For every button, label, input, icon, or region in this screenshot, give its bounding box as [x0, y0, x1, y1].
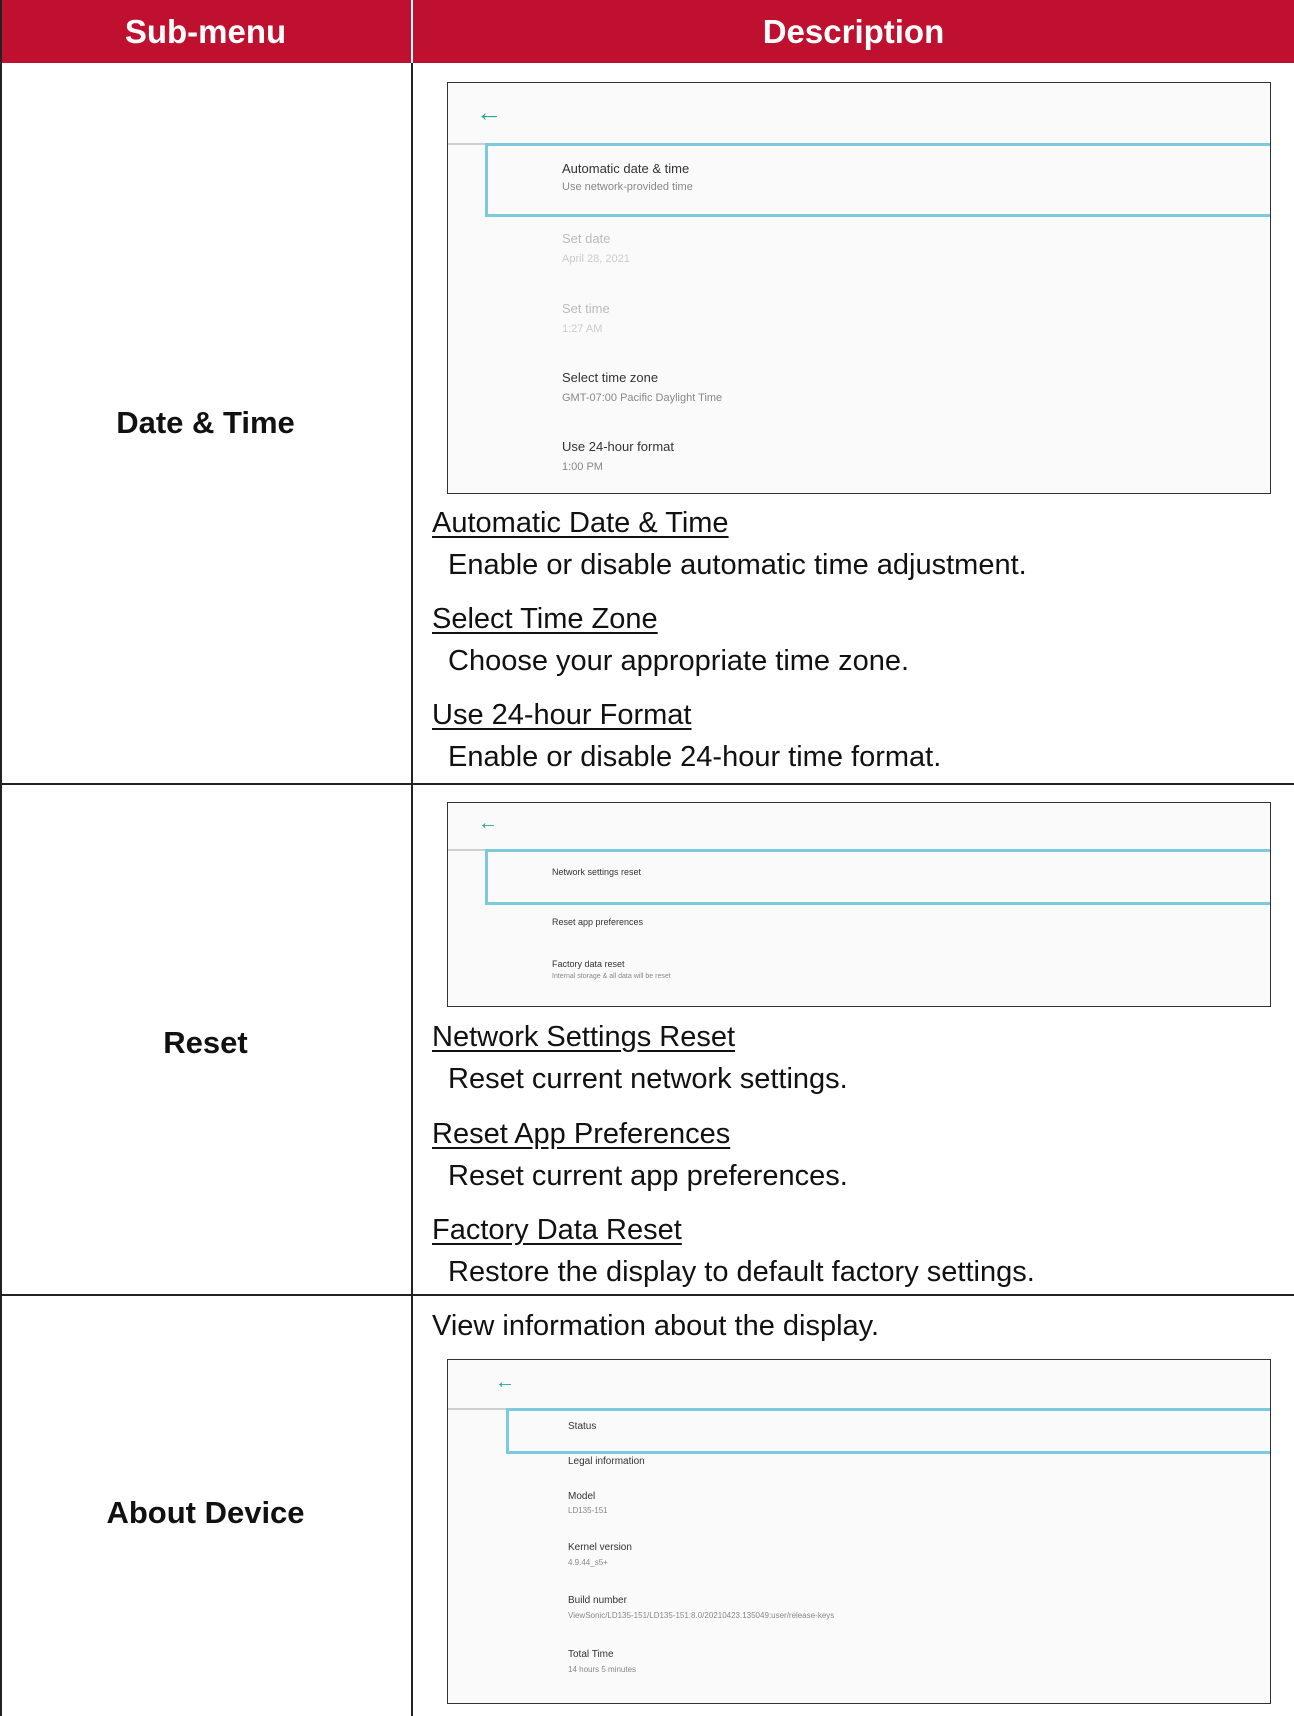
row-label-reset: Reset	[163, 1025, 248, 1060]
item-title: Select Time Zone	[432, 603, 658, 635]
screen-item-title: Use 24-hour format	[562, 439, 674, 454]
row-label-about-device: About Device	[106, 1495, 305, 1530]
screen-toolbar: ←	[448, 803, 1270, 851]
back-arrow-icon: ←	[476, 97, 502, 127]
item-description: Reset current app preferences.	[448, 1160, 848, 1192]
row-label-date-time: Date & Time	[116, 405, 295, 440]
focused-item-highlight	[485, 849, 1270, 905]
screen-item-subtitle: 4.9.44_s5+	[568, 1558, 608, 1567]
screen-item-title: Total Time	[568, 1649, 614, 1660]
screen-toolbar: ←	[448, 83, 1270, 145]
screen-item-title: Legal information	[568, 1456, 645, 1467]
item-description: Enable or disable automatic time adjustm…	[448, 549, 1027, 581]
screen-item-title: Select time zone	[562, 370, 659, 385]
screen-item-title: Status	[568, 1421, 597, 1432]
screen-item-title: Automatic date & time	[562, 161, 690, 176]
column-divider	[411, 63, 413, 1716]
row-divider-1	[0, 783, 1294, 785]
screen-item-subtitle: LD135-151	[568, 1506, 608, 1515]
item-description: Reset current network settings.	[448, 1063, 848, 1095]
item-description: Enable or disable 24-hour time format.	[448, 741, 942, 773]
screen-item-title: Set date	[562, 231, 611, 246]
screen-item-subtitle: Internal storage & all data will be rese…	[552, 973, 671, 980]
focused-item-highlight	[506, 1408, 1270, 1454]
screen-item-title: Reset app preferences	[552, 917, 644, 927]
screen-item-title: Model	[568, 1491, 596, 1502]
screen-item-subtitle: GMT-07:00 Pacific Daylight Time	[562, 392, 723, 404]
screen-item-title: Factory data reset	[552, 959, 625, 969]
settings-table: Sub-menu Description Date & Time ← Autom…	[0, 0, 1294, 1716]
screen-item-subtitle: April 28, 2021	[562, 253, 630, 265]
focused-item-highlight	[485, 143, 1270, 217]
screen-item-subtitle: Use network-provided time	[562, 181, 693, 193]
back-arrow-icon: ←	[478, 812, 498, 834]
header-description: Description	[413, 0, 1294, 63]
screen-item-subtitle: 14 hours 5 minutes	[568, 1665, 637, 1674]
back-arrow-icon: ←	[495, 1371, 515, 1393]
screen-item-subtitle: 1:27 AM	[562, 323, 603, 335]
left-border	[0, 0, 2, 1716]
row-divider-2	[0, 1294, 1294, 1296]
item-description: Choose your appropriate time zone.	[448, 645, 910, 677]
item-description: Restore the display to default factory s…	[448, 1256, 1035, 1288]
header-submenu: Sub-menu	[0, 0, 411, 63]
item-title: Automatic Date & Time	[432, 507, 729, 539]
screen-item-title: Build number	[568, 1595, 627, 1606]
screen-item-subtitle: 1:00 PM	[562, 461, 603, 473]
item-title: Reset App Preferences	[432, 1118, 731, 1150]
reset-screenshot: ← Network settings reset Reset app prefe…	[447, 802, 1271, 1007]
about-device-screenshot: ← Status Legal information Model LD135-1…	[447, 1359, 1271, 1704]
screen-item-subtitle: ViewSonic/LD135-151/LD135-151:8.0/202104…	[568, 1611, 835, 1620]
item-title: Use 24-hour Format	[432, 699, 692, 731]
screen-item-title: Kernel version	[568, 1542, 632, 1553]
screen-item-title: Network settings reset	[552, 867, 642, 877]
item-title: Factory Data Reset	[432, 1214, 682, 1246]
date-time-screenshot: ← Automatic date & time Use network-prov…	[447, 82, 1271, 494]
screen-item-title: Set time	[562, 301, 610, 316]
about-intro-text: View information about the display.	[432, 1310, 880, 1342]
screen-toolbar: ←	[448, 1360, 1270, 1410]
item-title: Network Settings Reset	[432, 1021, 736, 1053]
